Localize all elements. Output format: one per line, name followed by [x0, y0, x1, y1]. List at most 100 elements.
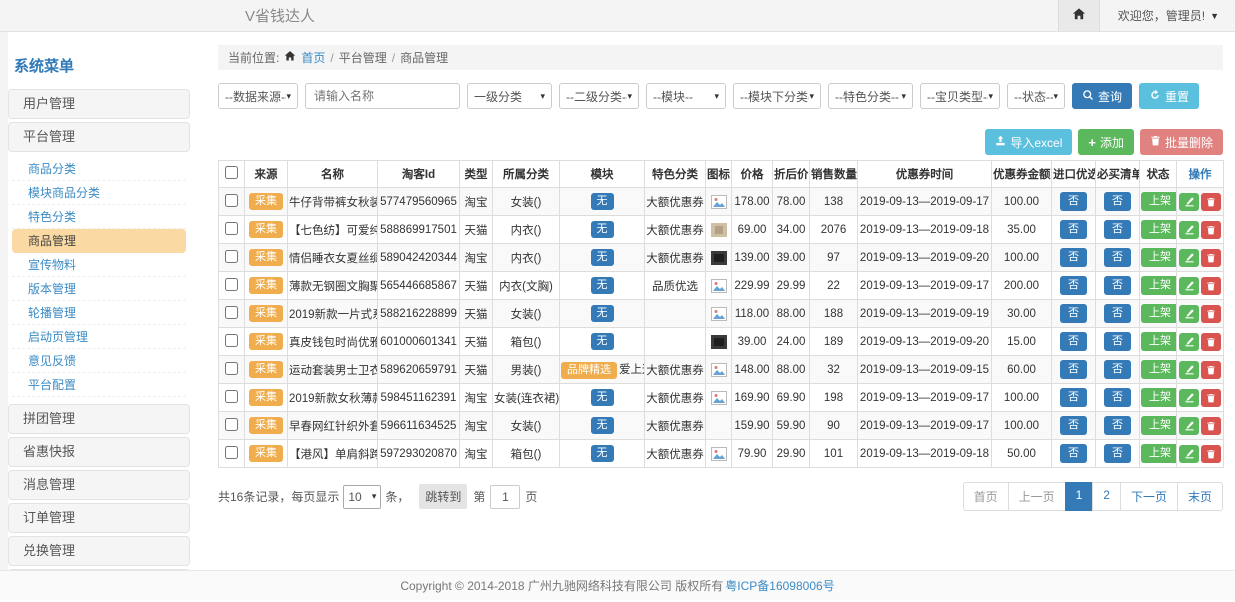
delete-button[interactable] — [1201, 361, 1221, 379]
must-buy-toggle[interactable]: 否 — [1104, 248, 1131, 267]
filter-select-category-level1[interactable]: 一级分类▾ — [467, 83, 552, 109]
edit-button[interactable] — [1179, 249, 1199, 267]
sidebar-section-5[interactable]: 订单管理 — [8, 503, 190, 533]
edit-button[interactable] — [1179, 417, 1199, 435]
import-select-toggle[interactable]: 否 — [1060, 416, 1087, 435]
must-buy-toggle[interactable]: 否 — [1104, 388, 1131, 407]
sidebar-item-1-9[interactable]: 平台配置 — [12, 373, 186, 397]
breadcrumb-home-link[interactable]: 首页 — [301, 49, 325, 66]
import-select-toggle[interactable]: 否 — [1060, 304, 1087, 323]
sidebar-item-1-7[interactable]: 启动页管理 — [12, 325, 186, 349]
sidebar-section-2[interactable]: 拼团管理 — [8, 404, 190, 434]
status-button[interactable]: 上架 — [1141, 192, 1177, 211]
delete-button[interactable] — [1201, 305, 1221, 323]
filter-select-item-type[interactable]: --宝贝类型--▾ — [920, 83, 1000, 109]
user-menu[interactable]: 欢迎您，管理员! ▼ — [1118, 7, 1219, 24]
row-checkbox[interactable] — [225, 446, 238, 459]
row-checkbox[interactable] — [225, 390, 238, 403]
row-checkbox[interactable] — [225, 222, 238, 235]
delete-button[interactable] — [1201, 389, 1221, 407]
pager-item-3[interactable]: 2 — [1092, 482, 1121, 511]
icp-link[interactable]: 粤ICP备16098006号 — [725, 577, 834, 594]
filter-select-module[interactable]: --模块--▾ — [646, 83, 726, 109]
status-button[interactable]: 上架 — [1141, 416, 1177, 435]
edit-button[interactable] — [1179, 389, 1199, 407]
edit-button[interactable] — [1179, 333, 1199, 351]
filter-select-feature[interactable]: --特色分类--▾ — [828, 83, 913, 109]
jump-button[interactable]: 跳转到 — [419, 484, 467, 509]
delete-button[interactable] — [1201, 221, 1221, 239]
delete-button[interactable] — [1201, 333, 1221, 351]
sidebar-item-1-3[interactable]: 商品管理 — [12, 229, 186, 253]
sidebar-item-1-0[interactable]: 商品分类 — [12, 157, 186, 181]
pager-item-1[interactable]: 上一页 — [1008, 482, 1066, 511]
import-select-toggle[interactable]: 否 — [1060, 332, 1087, 351]
status-button[interactable]: 上架 — [1141, 276, 1177, 295]
row-checkbox[interactable] — [225, 306, 238, 319]
filter-input-name[interactable] — [305, 83, 460, 109]
sidebar-item-1-5[interactable]: 版本管理 — [12, 277, 186, 301]
filter-select-category-level2[interactable]: --二级分类--▾ — [559, 83, 639, 109]
import-select-toggle[interactable]: 否 — [1060, 248, 1087, 267]
import-select-toggle[interactable]: 否 — [1060, 192, 1087, 211]
sidebar-item-1-6[interactable]: 轮播管理 — [12, 301, 186, 325]
delete-button[interactable] — [1201, 193, 1221, 211]
status-button[interactable]: 上架 — [1141, 388, 1177, 407]
status-button[interactable]: 上架 — [1141, 444, 1177, 463]
pager-item-2[interactable]: 1 — [1065, 482, 1094, 511]
must-buy-toggle[interactable]: 否 — [1104, 360, 1131, 379]
row-checkbox[interactable] — [225, 278, 238, 291]
delete-button[interactable] — [1201, 249, 1221, 267]
import-select-toggle[interactable]: 否 — [1060, 220, 1087, 239]
sidebar-section-0[interactable]: 用户管理 — [8, 89, 190, 119]
status-button[interactable]: 上架 — [1141, 248, 1177, 267]
batch-delete-button[interactable]: 批量删除 — [1140, 129, 1223, 155]
must-buy-toggle[interactable]: 否 — [1104, 220, 1131, 239]
sidebar-section-4[interactable]: 消息管理 — [8, 470, 190, 500]
import-select-toggle[interactable]: 否 — [1060, 444, 1087, 463]
row-checkbox[interactable] — [225, 194, 238, 207]
import-select-toggle[interactable]: 否 — [1060, 360, 1087, 379]
must-buy-toggle[interactable]: 否 — [1104, 332, 1131, 351]
must-buy-toggle[interactable]: 否 — [1104, 192, 1131, 211]
select-all-checkbox[interactable] — [225, 166, 238, 179]
status-button[interactable]: 上架 — [1141, 220, 1177, 239]
import-excel-button[interactable]: 导入excel — [985, 129, 1072, 155]
sidebar-item-1-1[interactable]: 模块商品分类 — [12, 181, 186, 205]
status-button[interactable]: 上架 — [1141, 304, 1177, 323]
must-buy-toggle[interactable]: 否 — [1104, 444, 1131, 463]
must-buy-toggle[interactable]: 否 — [1104, 276, 1131, 295]
must-buy-toggle[interactable]: 否 — [1104, 304, 1131, 323]
per-page-select[interactable]: 10 ▾ — [343, 485, 381, 509]
delete-button[interactable] — [1201, 417, 1221, 435]
import-select-toggle[interactable]: 否 — [1060, 276, 1087, 295]
reset-button[interactable]: 重置 — [1139, 83, 1199, 109]
pager-item-0[interactable]: 首页 — [963, 482, 1009, 511]
import-select-toggle[interactable]: 否 — [1060, 388, 1087, 407]
row-checkbox[interactable] — [225, 362, 238, 375]
row-checkbox[interactable] — [225, 418, 238, 431]
sidebar-item-1-8[interactable]: 意见反馈 — [12, 349, 186, 373]
filter-select-status[interactable]: --状态--▾ — [1007, 83, 1065, 109]
row-checkbox[interactable] — [225, 250, 238, 263]
delete-button[interactable] — [1201, 277, 1221, 295]
home-button[interactable] — [1058, 0, 1100, 31]
must-buy-toggle[interactable]: 否 — [1104, 416, 1131, 435]
edit-button[interactable] — [1179, 193, 1199, 211]
status-button[interactable]: 上架 — [1141, 360, 1177, 379]
row-checkbox[interactable] — [225, 334, 238, 347]
filter-select-module-sub[interactable]: --模块下分类--▾ — [733, 83, 821, 109]
sidebar-item-1-4[interactable]: 宣传物料 — [12, 253, 186, 277]
status-button[interactable]: 上架 — [1141, 332, 1177, 351]
search-button[interactable]: 查询 — [1072, 83, 1132, 109]
edit-button[interactable] — [1179, 445, 1199, 463]
sidebar-section-3[interactable]: 省惠快报 — [8, 437, 190, 467]
sidebar-item-1-2[interactable]: 特色分类 — [12, 205, 186, 229]
edit-button[interactable] — [1179, 305, 1199, 323]
sidebar-section-1[interactable]: 平台管理 — [8, 122, 190, 152]
filter-select-data-source[interactable]: --数据来源--▾ — [218, 83, 298, 109]
edit-button[interactable] — [1179, 277, 1199, 295]
sidebar-section-6[interactable]: 兑换管理 — [8, 536, 190, 566]
pager-item-5[interactable]: 末页 — [1177, 482, 1223, 511]
add-button[interactable]: + 添加 — [1078, 129, 1134, 155]
